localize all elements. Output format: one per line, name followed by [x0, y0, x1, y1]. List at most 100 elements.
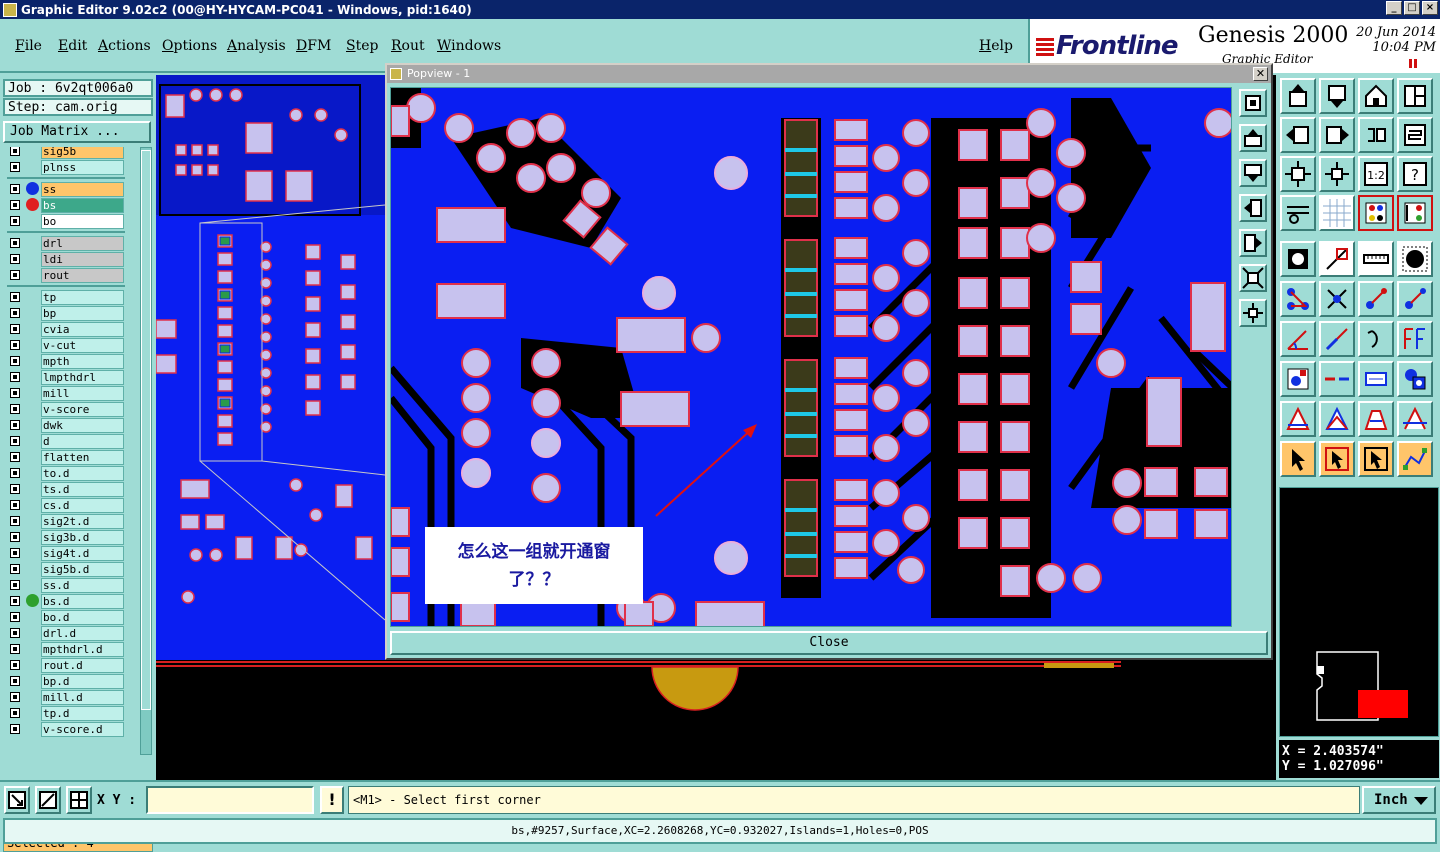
layer-row[interactable]: plnss [5, 159, 125, 175]
layer-name[interactable]: dwk [41, 418, 124, 433]
layer-checkbox[interactable] [10, 596, 20, 606]
layer-checkbox[interactable] [10, 724, 20, 734]
layer-checkbox[interactable] [10, 564, 20, 574]
layer-checkbox[interactable] [10, 660, 20, 670]
tool-move[interactable] [1358, 281, 1394, 317]
overview-map[interactable] [1279, 487, 1439, 737]
layer-row[interactable]: mpthdrl.d [5, 641, 125, 657]
layer-name[interactable]: lmpthdrl [41, 370, 124, 385]
layer-row[interactable]: rout [5, 267, 125, 283]
menu-windows[interactable]: Windows [437, 38, 501, 54]
tool-zoom-home[interactable] [1280, 78, 1316, 114]
layer-name[interactable]: cvia [41, 322, 124, 337]
layer-name[interactable]: sig3b.d [41, 530, 124, 545]
layer-name[interactable]: plnss [41, 160, 124, 175]
layer-row[interactable]: sig3b.d [5, 529, 125, 545]
layer-checkbox[interactable] [10, 162, 20, 172]
menu-actions[interactable]: Actions [98, 38, 151, 54]
layer-row[interactable]: lmpthdrl [5, 369, 125, 385]
layer-name[interactable]: mpthdrl.d [41, 642, 124, 657]
layer-checkbox[interactable] [10, 340, 20, 350]
layer-row[interactable]: mpth [5, 353, 125, 369]
layer-row[interactable]: mill.d [5, 689, 125, 705]
layer-name[interactable]: bp.d [41, 674, 124, 689]
layer-checkbox[interactable] [10, 532, 20, 542]
job-matrix-button[interactable]: Job Matrix ... [3, 121, 151, 143]
tool-layers-highlight[interactable] [1358, 195, 1394, 231]
layer-name[interactable]: sig5b.d [41, 562, 124, 577]
layer-name[interactable]: sig2t.d [41, 514, 124, 529]
layer-name[interactable]: d [41, 434, 124, 449]
tool-triangle[interactable] [1319, 401, 1355, 437]
layer-row[interactable]: bs.d [5, 593, 125, 609]
layer-row[interactable]: sig5b.d [5, 561, 125, 577]
resize-icon-button[interactable] [4, 786, 30, 814]
layer-checkbox[interactable] [10, 356, 20, 366]
layer-name[interactable]: ldi [41, 252, 124, 267]
menu-help[interactable]: Help [979, 38, 1013, 54]
menu-edit[interactable]: Edit [58, 38, 87, 54]
tool-settings[interactable] [1280, 195, 1316, 231]
measure-icon-button[interactable] [35, 786, 61, 814]
layer-scrollbar[interactable] [140, 147, 152, 755]
layer-name[interactable]: bs [41, 198, 124, 213]
layer-row[interactable]: rout.d [5, 657, 125, 673]
layer-checkbox[interactable] [10, 254, 20, 264]
layer-name[interactable]: cs.d [41, 498, 124, 513]
menu-analysis[interactable]: Analysis [227, 38, 286, 54]
menu-dfm[interactable]: DFM [296, 38, 331, 54]
tool-rotate[interactable] [1358, 117, 1394, 153]
tool-cross[interactable] [1319, 281, 1355, 317]
tool-group[interactable] [1397, 361, 1433, 397]
layer-row[interactable]: sig5b [5, 147, 125, 159]
layer-checkbox[interactable] [10, 628, 20, 638]
tool-help[interactable]: ? [1397, 156, 1433, 192]
layer-checkbox[interactable] [10, 484, 20, 494]
layer-color-icon[interactable] [26, 594, 39, 607]
tool-surface[interactable] [1397, 241, 1433, 277]
layer-name[interactable]: v-score [41, 402, 124, 417]
layer-name[interactable]: mpth [41, 354, 124, 369]
menu-options[interactable]: Options [162, 38, 217, 54]
tool-select-arrow[interactable] [1280, 441, 1316, 477]
tool-slope[interactable] [1319, 321, 1355, 357]
tool-bevel[interactable] [1358, 401, 1394, 437]
popview-close-icon[interactable]: ✕ [1253, 67, 1268, 81]
layer-name[interactable]: ts.d [41, 482, 124, 497]
layer-row[interactable]: sig2t.d [5, 513, 125, 529]
layer-name[interactable]: to.d [41, 466, 124, 481]
layer-row[interactable]: to.d [5, 465, 125, 481]
layer-row[interactable]: sig4t.d [5, 545, 125, 561]
layer-name[interactable]: rout [41, 268, 124, 283]
menu-step[interactable]: Step [346, 38, 378, 54]
layer-row[interactable]: bo [5, 213, 125, 229]
layer-checkbox[interactable] [10, 612, 20, 622]
maximize-button[interactable]: □ [1404, 1, 1420, 15]
pv-pan-right-button[interactable] [1239, 229, 1267, 257]
layer-color-icon[interactable] [26, 182, 39, 195]
warning-button[interactable]: ! [320, 786, 344, 814]
tool-line[interactable] [1319, 241, 1355, 277]
layer-checkbox[interactable] [10, 452, 20, 462]
layer-row[interactable]: dwk [5, 417, 125, 433]
layer-row[interactable]: cvia [5, 321, 125, 337]
layer-checkbox[interactable] [10, 708, 20, 718]
tool-break[interactable] [1319, 361, 1355, 397]
layer-name[interactable]: drl [41, 236, 124, 251]
layer-row[interactable]: v-score [5, 401, 125, 417]
layer-row[interactable]: ss.d [5, 577, 125, 593]
layer-checkbox[interactable] [10, 676, 20, 686]
layer-name[interactable]: v-score.d [41, 722, 124, 737]
layer-name[interactable]: flatten [41, 450, 124, 465]
layer-name[interactable]: bp [41, 306, 124, 321]
layer-checkbox[interactable] [10, 404, 20, 414]
layer-row[interactable]: drl [5, 235, 125, 251]
tool-select-pad[interactable] [1280, 361, 1316, 397]
grid-snap-icon-button[interactable] [66, 786, 92, 814]
layer-name[interactable]: sig5b [41, 147, 124, 159]
layer-checkbox[interactable] [10, 270, 20, 280]
layer-name[interactable]: drl.d [41, 626, 124, 641]
tool-pan-left[interactable] [1280, 117, 1316, 153]
layer-checkbox[interactable] [10, 147, 20, 156]
layer-checkbox[interactable] [10, 500, 20, 510]
